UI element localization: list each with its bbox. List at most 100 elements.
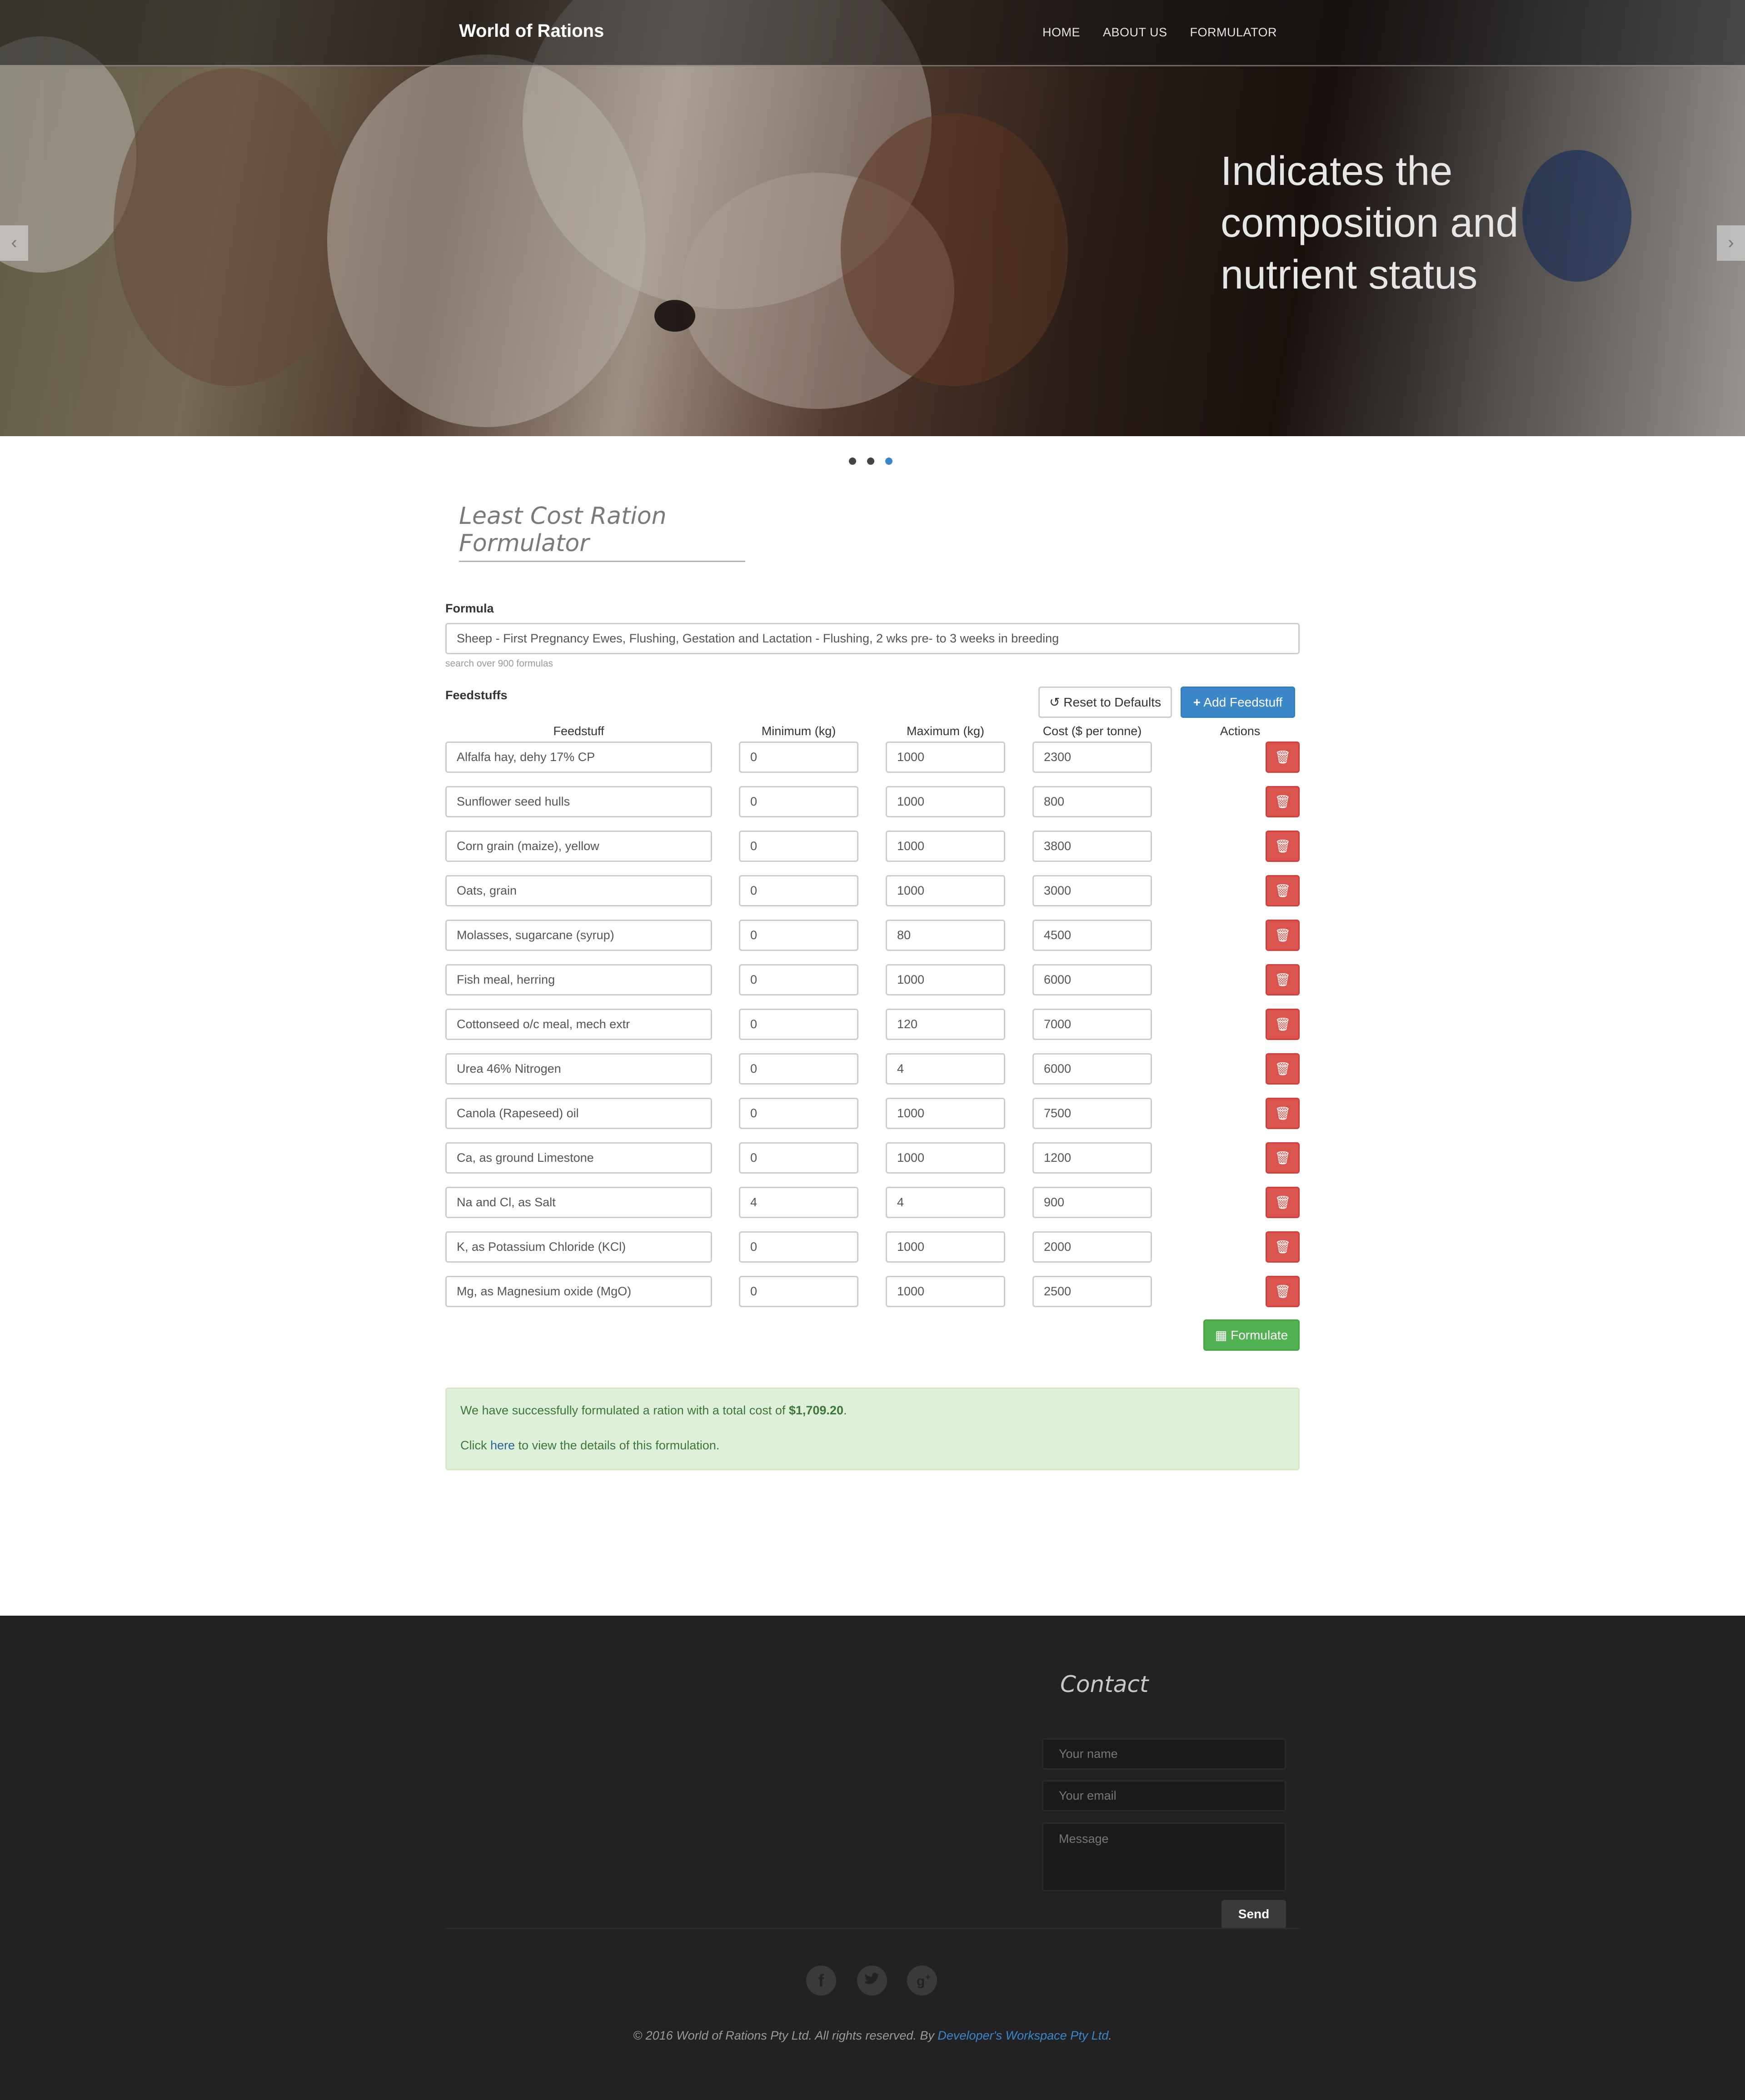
feedstuff-name-input[interactable]: Urea 46% Nitrogen bbox=[445, 1053, 712, 1085]
feedstuff-name-input[interactable]: Molasses, sugarcane (syrup) bbox=[445, 920, 712, 951]
maximum-input[interactable]: 1000 bbox=[886, 1276, 1005, 1307]
undo-icon: ↺ bbox=[1049, 695, 1060, 709]
reset-defaults-button[interactable]: ↺ Reset to Defaults bbox=[1038, 687, 1172, 718]
maximum-input[interactable]: 1000 bbox=[886, 875, 1005, 906]
maximum-input[interactable]: 1000 bbox=[886, 831, 1005, 862]
trash-icon: 🗑 bbox=[1274, 795, 1291, 809]
carousel-indicator[interactable] bbox=[867, 458, 874, 465]
cost-input[interactable]: 6000 bbox=[1032, 964, 1152, 995]
delete-row-button[interactable]: 🗑 bbox=[1266, 1053, 1300, 1085]
maximum-input[interactable]: 1000 bbox=[886, 1098, 1005, 1129]
feedstuff-name-input[interactable]: Fish meal, herring bbox=[445, 964, 712, 995]
cost-input[interactable]: 2300 bbox=[1032, 741, 1152, 773]
cost-input[interactable]: 3000 bbox=[1032, 875, 1152, 906]
feedstuff-name-input[interactable]: Canola (Rapeseed) oil bbox=[445, 1098, 712, 1129]
trash-icon: 🗑 bbox=[1274, 1284, 1291, 1299]
delete-row-button[interactable]: 🗑 bbox=[1266, 1187, 1300, 1218]
delete-row-button[interactable]: 🗑 bbox=[1266, 875, 1300, 906]
trash-icon: 🗑 bbox=[1274, 973, 1291, 987]
maximum-input[interactable]: 1000 bbox=[886, 741, 1005, 773]
delete-row-button[interactable]: 🗑 bbox=[1266, 831, 1300, 862]
minimum-input[interactable]: 0 bbox=[739, 964, 858, 995]
maximum-input[interactable]: 4 bbox=[886, 1053, 1005, 1085]
feedstuff-row: Molasses, sugarcane (syrup) 0 80 4500 🗑 bbox=[0, 920, 1745, 951]
feedstuff-row: Ca, as ground Limestone 0 1000 1200 🗑 bbox=[0, 1142, 1745, 1174]
carousel-prev-button[interactable]: ‹ bbox=[0, 225, 28, 261]
minimum-input[interactable]: 0 bbox=[739, 1231, 858, 1263]
delete-row-button[interactable]: 🗑 bbox=[1266, 1009, 1300, 1040]
carousel-indicator-active[interactable] bbox=[885, 458, 892, 465]
feedstuff-name-input[interactable]: Cottonseed o/c meal, mech extr bbox=[445, 1009, 712, 1040]
trash-icon: 🗑 bbox=[1274, 1240, 1291, 1254]
cost-input[interactable]: 900 bbox=[1032, 1187, 1152, 1218]
delete-row-button[interactable]: 🗑 bbox=[1266, 1231, 1300, 1263]
brand-logo[interactable]: World of Rations bbox=[459, 21, 604, 41]
minimum-input[interactable]: 0 bbox=[739, 920, 858, 951]
minimum-input[interactable]: 4 bbox=[739, 1187, 858, 1218]
minimum-input[interactable]: 0 bbox=[739, 831, 858, 862]
feedstuff-name-input[interactable]: Oats, grain bbox=[445, 875, 712, 906]
cost-input[interactable]: 800 bbox=[1032, 786, 1152, 817]
maximum-input[interactable]: 80 bbox=[886, 920, 1005, 951]
formula-search-input[interactable]: Sheep - First Pregnancy Ewes, Flushing, … bbox=[445, 623, 1300, 654]
nav-formulator[interactable]: FORMULATOR bbox=[1190, 25, 1277, 40]
delete-row-button[interactable]: 🗑 bbox=[1266, 964, 1300, 995]
contact-name-input[interactable]: Your name bbox=[1042, 1738, 1286, 1770]
column-header-actions: Actions bbox=[1220, 724, 1261, 738]
minimum-input[interactable]: 0 bbox=[739, 1053, 858, 1085]
feedstuff-name-input[interactable]: Mg, as Magnesium oxide (MgO) bbox=[445, 1276, 712, 1307]
cost-input[interactable]: 4500 bbox=[1032, 920, 1152, 951]
cost-input[interactable]: 3800 bbox=[1032, 831, 1152, 862]
carousel-indicator[interactable] bbox=[849, 458, 856, 465]
formulate-button[interactable]: ▦ Formulate bbox=[1203, 1319, 1300, 1351]
maximum-input[interactable]: 4 bbox=[886, 1187, 1005, 1218]
developer-link[interactable]: Developer's Workspace Pty Ltd bbox=[937, 2029, 1108, 2042]
maximum-input[interactable]: 120 bbox=[886, 1009, 1005, 1040]
delete-row-button[interactable]: 🗑 bbox=[1266, 920, 1300, 951]
maximum-input[interactable]: 1000 bbox=[886, 786, 1005, 817]
carousel-next-button[interactable]: › bbox=[1717, 225, 1745, 261]
delete-row-button[interactable]: 🗑 bbox=[1266, 1276, 1300, 1307]
delete-row-button[interactable]: 🗑 bbox=[1266, 786, 1300, 817]
plus-icon: + bbox=[1193, 695, 1201, 709]
minimum-input[interactable]: 0 bbox=[739, 1142, 858, 1174]
feedstuff-name-input[interactable]: K, as Potassium Chloride (KCl) bbox=[445, 1231, 712, 1263]
delete-row-button[interactable]: 🗑 bbox=[1266, 1142, 1300, 1174]
maximum-input[interactable]: 1000 bbox=[886, 1142, 1005, 1174]
minimum-input[interactable]: 0 bbox=[739, 786, 858, 817]
nav-about-us[interactable]: ABOUT US bbox=[1103, 25, 1167, 40]
chevron-right-icon: › bbox=[1728, 233, 1734, 253]
minimum-input[interactable]: 0 bbox=[739, 875, 858, 906]
feedstuff-name-input[interactable]: Ca, as ground Limestone bbox=[445, 1142, 712, 1174]
delete-row-button[interactable]: 🗑 bbox=[1266, 1098, 1300, 1129]
maximum-input[interactable]: 1000 bbox=[886, 1231, 1005, 1263]
minimum-input[interactable]: 0 bbox=[739, 741, 858, 773]
formula-label: Formula bbox=[445, 602, 494, 615]
feedstuff-name-input[interactable]: Alfalfa hay, dehy 17% CP bbox=[445, 741, 712, 773]
cost-input[interactable]: 6000 bbox=[1032, 1053, 1152, 1085]
cost-input[interactable]: 7500 bbox=[1032, 1098, 1152, 1129]
maximum-input[interactable]: 1000 bbox=[886, 964, 1005, 995]
feedstuff-name-input[interactable]: Corn grain (maize), yellow bbox=[445, 831, 712, 862]
feedstuff-name-input[interactable]: Sunflower seed hulls bbox=[445, 786, 712, 817]
contact-message-textarea[interactable]: Message bbox=[1042, 1822, 1286, 1891]
details-link[interactable]: here bbox=[490, 1438, 515, 1452]
minimum-input[interactable]: 0 bbox=[739, 1009, 858, 1040]
minimum-input[interactable]: 0 bbox=[739, 1098, 858, 1129]
cost-input[interactable]: 1200 bbox=[1032, 1142, 1152, 1174]
contact-email-input[interactable]: Your email bbox=[1042, 1780, 1286, 1811]
nav-home[interactable]: HOME bbox=[1042, 25, 1080, 40]
alert-details-line: Click here to view the details of this f… bbox=[460, 1438, 720, 1452]
google-plus-icon[interactable]: g + bbox=[907, 1966, 937, 1995]
feedstuff-name-input[interactable]: Na and Cl, as Salt bbox=[445, 1187, 712, 1218]
cost-input[interactable]: 2500 bbox=[1032, 1276, 1152, 1307]
delete-row-button[interactable]: 🗑 bbox=[1266, 741, 1300, 773]
column-header-feedstuff: Feedstuff bbox=[553, 724, 604, 738]
cost-input[interactable]: 2000 bbox=[1032, 1231, 1152, 1263]
facebook-icon[interactable]: f bbox=[806, 1966, 836, 1995]
twitter-icon[interactable] bbox=[857, 1966, 887, 1995]
minimum-input[interactable]: 0 bbox=[739, 1276, 858, 1307]
add-feedstuff-button[interactable]: + Add Feedstuff bbox=[1181, 687, 1295, 718]
send-button[interactable]: Send bbox=[1222, 1900, 1286, 1928]
cost-input[interactable]: 7000 bbox=[1032, 1009, 1152, 1040]
